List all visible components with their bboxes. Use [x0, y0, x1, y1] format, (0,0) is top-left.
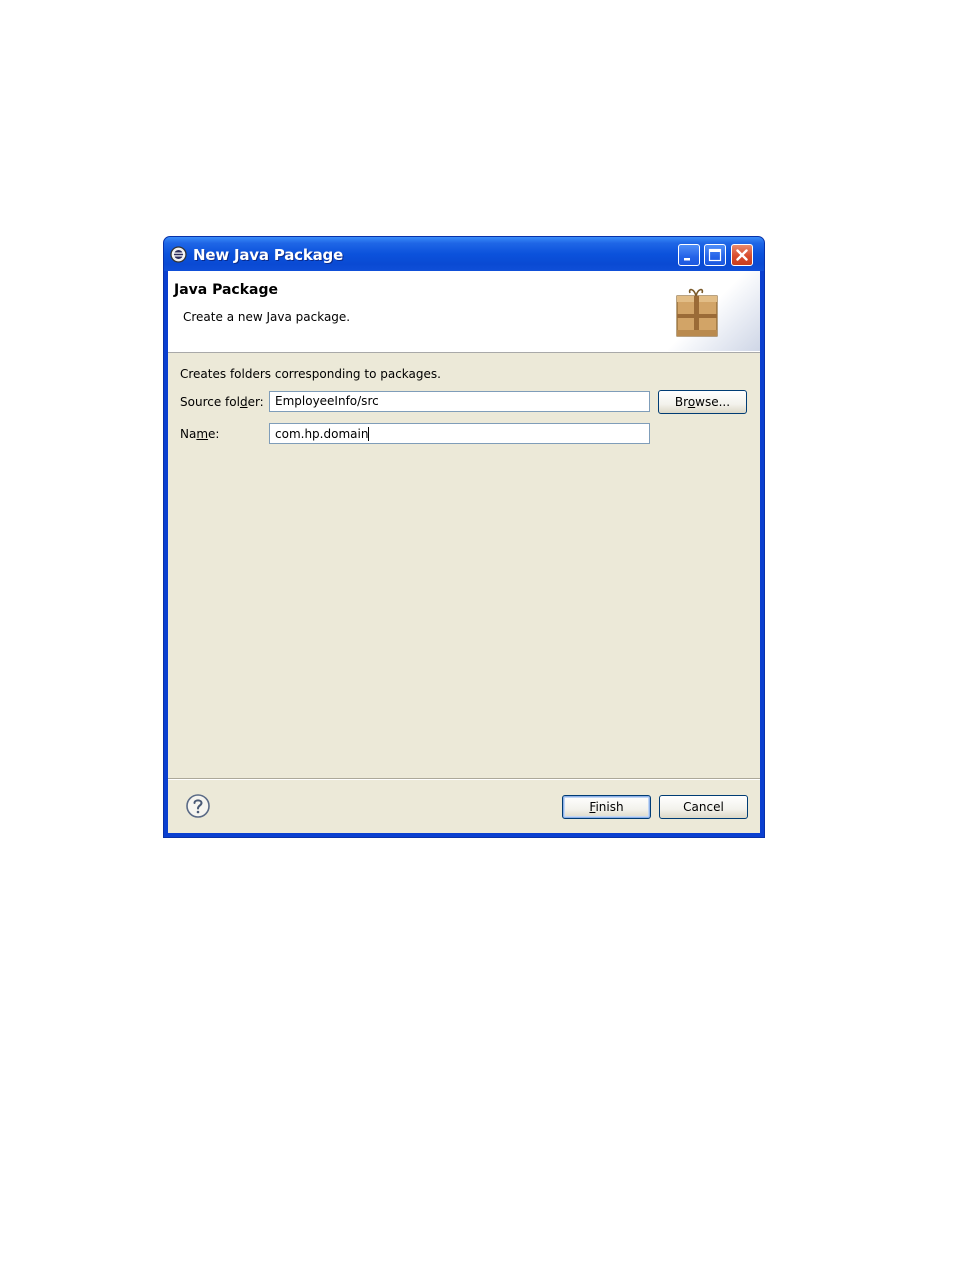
finish-button[interactable]: Finish — [562, 795, 651, 819]
wizard-banner: Java Package Create a new Java package. — [168, 271, 760, 353]
new-java-package-dialog: New Java Package Java Package Create a n… — [163, 236, 765, 838]
title-bar[interactable]: New Java Package — [164, 237, 764, 271]
text-cursor — [368, 427, 370, 441]
minimize-icon — [684, 258, 690, 261]
cancel-button[interactable]: Cancel — [659, 795, 748, 819]
footer-separator — [168, 778, 760, 780]
dialog-client-area: Java Package Create a new Java package. … — [168, 271, 760, 833]
package-name-field[interactable]: com.hp.domain — [269, 423, 650, 444]
banner-title: Java Package — [174, 282, 279, 298]
browse-button[interactable]: Browse... — [658, 390, 747, 414]
name-label: Name: — [180, 427, 220, 441]
close-icon — [736, 249, 748, 261]
package-icon — [676, 288, 718, 337]
maximize-button[interactable] — [704, 244, 726, 266]
close-button[interactable] — [731, 244, 753, 266]
source-folder-label: Source folder: — [180, 395, 264, 409]
source-folder-field[interactable]: EmployeeInfo/src — [269, 391, 650, 412]
eclipse-app-icon — [170, 246, 187, 263]
minimize-button[interactable] — [678, 244, 700, 266]
window-title: New Java Package — [193, 246, 344, 264]
maximize-icon — [708, 248, 722, 262]
help-icon[interactable] — [185, 793, 211, 819]
form-description: Creates folders corresponding to package… — [180, 367, 441, 381]
banner-description: Create a new Java package. — [183, 310, 351, 324]
